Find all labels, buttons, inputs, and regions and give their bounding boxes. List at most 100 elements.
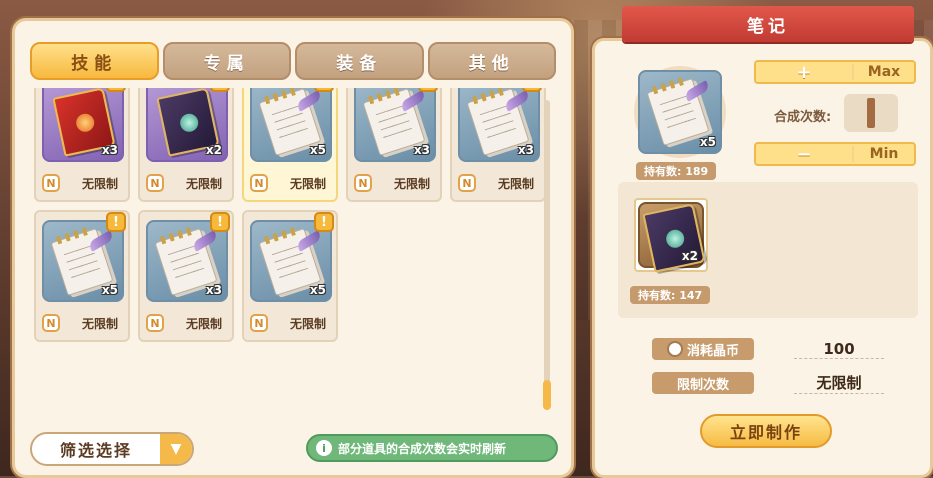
item-cell[interactable]: x2! N 无限制 [138,88,234,202]
synthesis-count-cursor [867,98,875,128]
rarity-n-badge: N [42,314,60,332]
material-owned-count: 持有数: 147 [630,286,711,304]
category-tabs: 技能 专属 装备 其他 [30,42,556,82]
notice-text: 部分道具的合成次数会实时刷新 [338,441,507,456]
alert-icon: ! [106,212,126,232]
gem-icon [74,112,96,134]
item-frame: x3 [42,88,124,162]
item-limit-text: 无限制 [498,176,535,191]
item-count: x3 [413,143,430,157]
scrollbar-thumb[interactable] [543,380,551,410]
info-icon: i [316,440,332,456]
selected-item-frame: x5 [638,70,722,154]
rarity-n-badge: N [250,314,268,332]
rarity-n-badge: N [42,174,60,192]
max-button[interactable]: + Max [754,60,916,84]
rarity-n-badge: N [146,314,164,332]
selected-item-count: x5 [699,135,716,149]
material-item[interactable]: x2 [634,198,708,273]
max-label: Max [852,64,914,80]
item-count: x3 [517,143,534,157]
item-cell[interactable]: x3! N 无限制 [138,210,234,342]
filter-label: 筛选选择 [59,441,132,460]
item-limit-row: N 无限制 [42,314,124,332]
crystal-coin-icon [666,341,683,357]
alert-icon: ! [106,88,126,92]
rarity-n-badge: N [354,174,372,192]
item-count: x3 [205,283,222,297]
item-limit-row: N 无限制 [146,314,228,332]
item-limit-row: N 无限制 [250,314,332,332]
refresh-notice: i 部分道具的合成次数会实时刷新 [306,434,558,462]
tab-skill[interactable]: 技能 [30,42,159,80]
item-frame: x5 [250,220,332,302]
cost-label-badge: 消耗晶币 [652,338,754,360]
synthesis-count-label: 合成次数: [774,110,832,125]
item-count: x5 [309,143,326,157]
synthesis-count-input[interactable] [844,94,898,132]
tab-other[interactable]: 其他 [427,42,556,80]
filter-dropdown[interactable]: 筛选选择 ▼ [30,432,194,466]
alert-icon: ! [314,212,334,232]
item-cell[interactable]: x5! N 无限制 [242,88,338,202]
craft-now-button[interactable]: 立即制作 [700,414,832,448]
selected-item-icon: x5 [634,66,726,158]
gem-icon [178,112,200,134]
alert-icon: ! [314,88,334,92]
item-limit-text: 无限制 [186,176,223,191]
item-cell[interactable]: x5! N 无限制 [242,210,338,342]
item-grid-viewport: N 无限制 N 无限制 N 无限制 N 无限制 N 无限制 x3! N 无限制 x2! N 无限制 x5! N 无限… [34,88,550,406]
rarity-n-badge: N [250,174,268,192]
item-limit-text: 无限制 [290,316,327,331]
item-cell[interactable]: x5! N 无限制 [34,210,130,342]
material-count: x2 [681,249,698,263]
rarity-n-badge: N [458,174,476,192]
item-cell[interactable]: x3! N 无限制 [34,88,130,202]
gem-icon [664,228,686,250]
item-count: x5 [309,283,326,297]
item-limit-row: N 无限制 [250,174,332,192]
item-frame: x5 [250,88,332,162]
limit-value: 无限制 [794,372,884,394]
min-label: Min [852,146,914,162]
item-cell[interactable]: x3! N 无限制 [346,88,442,202]
item-frame: x3 [354,88,436,162]
material-frame: x2 [638,202,706,273]
alert-icon: ! [418,88,438,92]
limit-label: 限制次数 [652,372,754,394]
item-grid-scrollbar[interactable] [543,100,551,410]
cost-label: 消耗晶币 [686,343,739,359]
tab-exclusive[interactable]: 专属 [162,42,291,80]
item-frame: x5 [42,220,124,302]
cost-value: 100 [794,340,884,359]
item-count: x5 [101,283,118,297]
limit-row: 限制次数 无限制 [652,372,884,394]
item-limit-text: 无限制 [186,316,223,331]
detail-title: 笔记 [622,6,914,42]
chevron-down-icon[interactable]: ▼ [160,434,192,464]
alert-icon: ! [522,88,542,92]
item-limit-text: 无限制 [394,176,431,191]
plus-icon: + [796,61,812,83]
item-frame: x2 [146,88,228,162]
alert-icon: ! [210,212,230,232]
min-button[interactable]: − Min [754,142,916,166]
item-frame: x3 [146,220,228,302]
item-count: x2 [205,143,222,157]
rarity-n-badge: N [146,174,164,192]
item-limit-row: N 无限制 [42,174,124,192]
item-limit-text: 无限制 [290,176,327,191]
cost-row: 消耗晶币 100 [652,338,884,360]
selected-owned-count: 持有数: 189 [636,162,717,180]
item-limit-row: N 无限制 [146,174,228,192]
item-grid: N 无限制 N 无限制 N 无限制 N 无限制 N 无限制 x3! N 无限制 x2! N 无限制 x5! N 无限… [34,88,546,342]
minus-icon: − [796,143,812,165]
item-frame: x3 [458,88,540,162]
item-limit-row: N 无限制 [354,174,436,192]
alert-icon: ! [210,88,230,92]
item-limit-text: 无限制 [82,176,119,191]
item-limit-text: 无限制 [82,316,119,331]
item-limit-row: N 无限制 [458,174,540,192]
tab-equipment[interactable]: 装备 [295,42,424,80]
item-cell[interactable]: x3! N 无限制 [450,88,546,202]
